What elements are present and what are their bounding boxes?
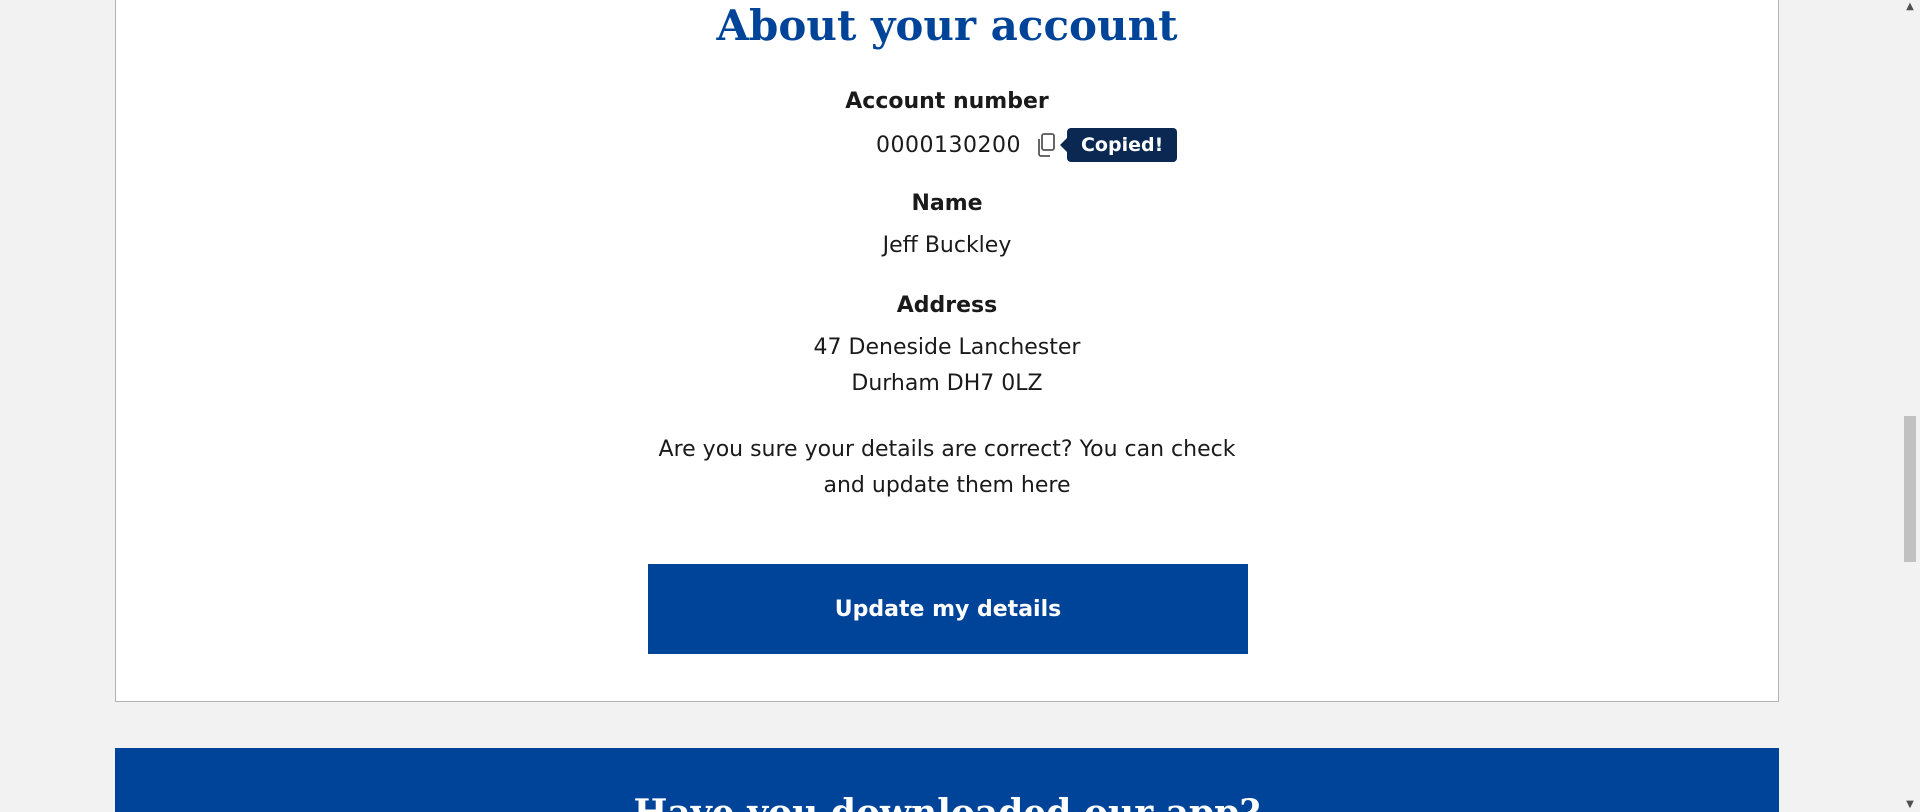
update-details-button[interactable]: Update my details — [648, 564, 1248, 654]
copy-icon[interactable] — [1035, 132, 1059, 158]
banner-title: Have you downloaded our app? — [115, 792, 1779, 812]
app-download-banner: Have you downloaded our app? — [115, 748, 1779, 812]
scroll-down-arrow-icon[interactable]: ▼ — [1900, 798, 1920, 812]
check-details-text-line-1: Are you sure your details are correct? Y… — [658, 437, 1236, 462]
scroll-up-arrow-icon[interactable]: ▲ — [1900, 0, 1920, 14]
address-line-1: 47 Deneside Lanchester — [813, 335, 1081, 360]
section-title: About your account — [716, 1, 1178, 50]
check-details-text-line-2: and update them here — [823, 473, 1071, 498]
account-number-row: 0000130200 Copied! — [876, 127, 1178, 163]
copied-tooltip: Copied! — [1059, 128, 1178, 162]
scrollbar[interactable]: ▲ ▼ — [1900, 0, 1920, 812]
account-number-label: Account number — [845, 89, 1049, 114]
name-label: Name — [911, 191, 983, 216]
page: About your account Account number 000013… — [0, 0, 1920, 812]
scrollbar-thumb[interactable] — [1904, 416, 1916, 562]
address-line-2: Durham DH7 0LZ — [851, 371, 1043, 396]
account-number-value: 0000130200 — [876, 132, 1021, 158]
name-value: Jeff Buckley — [882, 233, 1012, 258]
address-label: Address — [896, 293, 998, 318]
